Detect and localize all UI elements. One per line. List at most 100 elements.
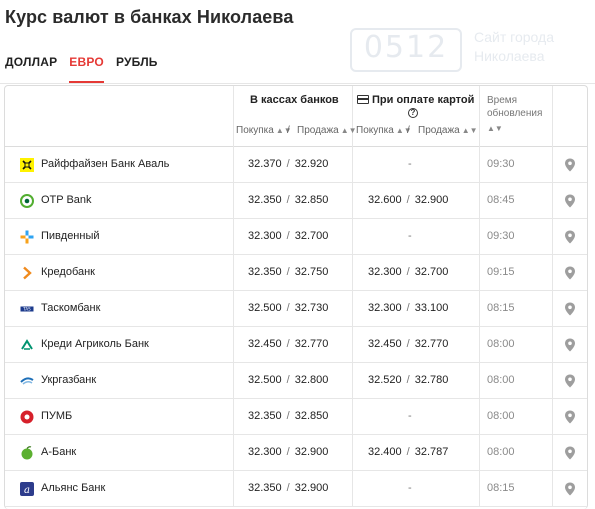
table-row[interactable]: Креди Агриколь Банк 32.450/32.770 32.450/3… [5, 327, 587, 363]
card-sell-value: 32.787 [414, 446, 449, 458]
row-divider [552, 219, 553, 255]
card-buy-value: 32.400 [368, 446, 402, 458]
table-row[interactable]: Райффайзен Банк Аваль 32.370 / 32.920 - 09:30 [5, 147, 587, 183]
map-pin-icon[interactable] [564, 230, 576, 244]
row-divider [552, 183, 553, 219]
watermark-number: 0512 [363, 30, 449, 65]
bank-name[interactable]: Кредобанк [41, 266, 95, 278]
cash-rates: 32.350 / 32.750 [248, 266, 328, 278]
header-time[interactable]: Время обновления ▲▼ [487, 94, 542, 135]
row-divider [479, 471, 480, 507]
credit-agricole-logo-icon [20, 338, 34, 352]
cash-buy-value: 32.350 [248, 194, 282, 206]
pumb-logo-icon [20, 410, 34, 424]
tab-dollar[interactable]: ДОЛЛАР [5, 53, 57, 83]
cash-sell-value: 32.770 [294, 338, 329, 350]
cash-buy-label: Покупка [236, 125, 274, 136]
card-sell-sort[interactable]: Продажа ▲▼ [418, 125, 478, 136]
row-divider [352, 327, 353, 363]
row-divider [352, 435, 353, 471]
table-row[interactable]: А-Банк 32.300 / 32.900 32.400 / 32.787 08:00 [5, 435, 587, 471]
row-divider [552, 435, 553, 471]
map-pin-icon[interactable] [564, 446, 576, 460]
table-row[interactable]: Укргазбанк 32.500 / 32.800 32.520 / 32.780 08:0… [5, 363, 587, 399]
cash-rates: 32.500 / 32.800 [248, 374, 328, 386]
table-row[interactable]: Пивденный 32.300 / 32.700 - 09:30 [5, 219, 587, 255]
bank-name[interactable]: Креди Агриколь Банк [41, 338, 149, 350]
row-divider [479, 435, 480, 471]
card-sell-label: Продажа [418, 125, 460, 136]
tab-ruble[interactable]: РУБЛЬ [116, 53, 158, 83]
table-row[interactable]: ПУМБ 32.350 / 32.850 - 08:00 [5, 399, 587, 435]
row-divider [233, 327, 234, 363]
row-divider [233, 255, 234, 291]
rate-slash: / [286, 374, 290, 386]
watermark-line-1: Сайт города [474, 29, 554, 45]
row-divider [233, 291, 234, 327]
row-divider [352, 255, 353, 291]
card-sell-value: 32.900 [414, 194, 449, 206]
bank-name[interactable]: А-Банк [41, 446, 76, 458]
table-row[interactable]: TAS Таскомбанк 32.500 / 32.730 32.300 / 33.100 0… [5, 291, 587, 327]
card-buy-label: Покупка [356, 125, 394, 136]
otp-logo-icon [20, 194, 34, 208]
a-bank-logo-icon [20, 446, 34, 460]
svg-text:a: a [24, 485, 30, 496]
card-rate-empty: - [408, 230, 412, 242]
taskombank-logo-icon: TAS [20, 302, 34, 316]
bank-name[interactable]: Райффайзен Банк Аваль [41, 158, 169, 170]
table-row[interactable]: OTP Bank 32.350 / 32.850 32.600 / 32.900 08:45 [5, 183, 587, 219]
bank-name[interactable]: Таскомбанк [41, 302, 100, 314]
map-pin-icon[interactable] [564, 158, 576, 172]
cash-sell-label: Продажа [297, 125, 339, 136]
map-pin-icon[interactable] [564, 338, 576, 352]
cash-buy-value: 32.350 [248, 410, 282, 422]
watermark-text: Сайт города Николаева [474, 28, 594, 66]
card-buy-value: 32.300 [368, 266, 402, 278]
cash-sell-value: 32.920 [294, 158, 329, 170]
alliance-bank-logo-icon: a [20, 482, 34, 496]
update-time: 09:30 [487, 158, 515, 170]
tab-euro[interactable]: ЕВРО [69, 53, 104, 83]
sort-icon: ▲▼ [340, 126, 357, 135]
row-divider [233, 363, 234, 399]
row-divider [352, 183, 353, 219]
row-divider [352, 399, 353, 435]
map-pin-icon[interactable] [564, 482, 576, 496]
map-pin-icon[interactable] [564, 266, 576, 280]
row-divider [479, 147, 480, 183]
cash-sell-sort[interactable]: Продажа ▲▼ [297, 125, 357, 136]
map-pin-icon[interactable] [564, 410, 576, 424]
cash-rates: 32.350 / 32.900 [248, 482, 328, 494]
map-pin-icon[interactable] [564, 194, 576, 208]
bank-name[interactable]: Альянс Банк [41, 482, 105, 494]
row-divider [233, 471, 234, 507]
header-cash: В кассах банков [250, 94, 339, 106]
card-buy-value: 32.450 [368, 338, 402, 350]
bank-name[interactable]: Пивденный [41, 230, 100, 242]
bank-name[interactable]: ПУМБ [41, 410, 72, 422]
rate-slash: / [286, 410, 290, 422]
row-divider [479, 219, 480, 255]
bank-name[interactable]: Укргазбанк [41, 374, 96, 386]
bank-name[interactable]: OTP Bank [41, 194, 92, 206]
cash-rates: 32.300 / 32.700 [248, 230, 328, 242]
site-watermark: 0512 Сайт города Николаева [350, 24, 590, 80]
cash-buy-sort[interactable]: Покупка ▲▼ [236, 125, 292, 136]
table-row[interactable]: Кредобанк 32.350 / 32.750 32.300 / 32.700 09:15 [5, 255, 587, 291]
help-icon[interactable]: ? [408, 108, 418, 118]
row-divider [552, 471, 553, 507]
card-rates: 32.520 / 32.780 [368, 374, 448, 386]
cash-buy-value: 32.350 [248, 266, 282, 278]
table-row[interactable]: a Альянс Банк 32.350 / 32.900 - 08:15 [5, 471, 587, 507]
header-divider [233, 86, 234, 147]
currency-tabs: ДОЛЛАР ЕВРО РУБЛЬ [5, 53, 170, 83]
update-time: 08:00 [487, 410, 515, 422]
map-pin-icon[interactable] [564, 302, 576, 316]
rate-slash: / [286, 194, 290, 206]
cash-buy-value: 32.300 [248, 230, 282, 242]
map-pin-icon[interactable] [564, 374, 576, 388]
credit-card-icon [357, 95, 369, 104]
update-time: 08:00 [487, 446, 515, 458]
card-buy-sort[interactable]: Покупка ▲▼ [356, 125, 412, 136]
